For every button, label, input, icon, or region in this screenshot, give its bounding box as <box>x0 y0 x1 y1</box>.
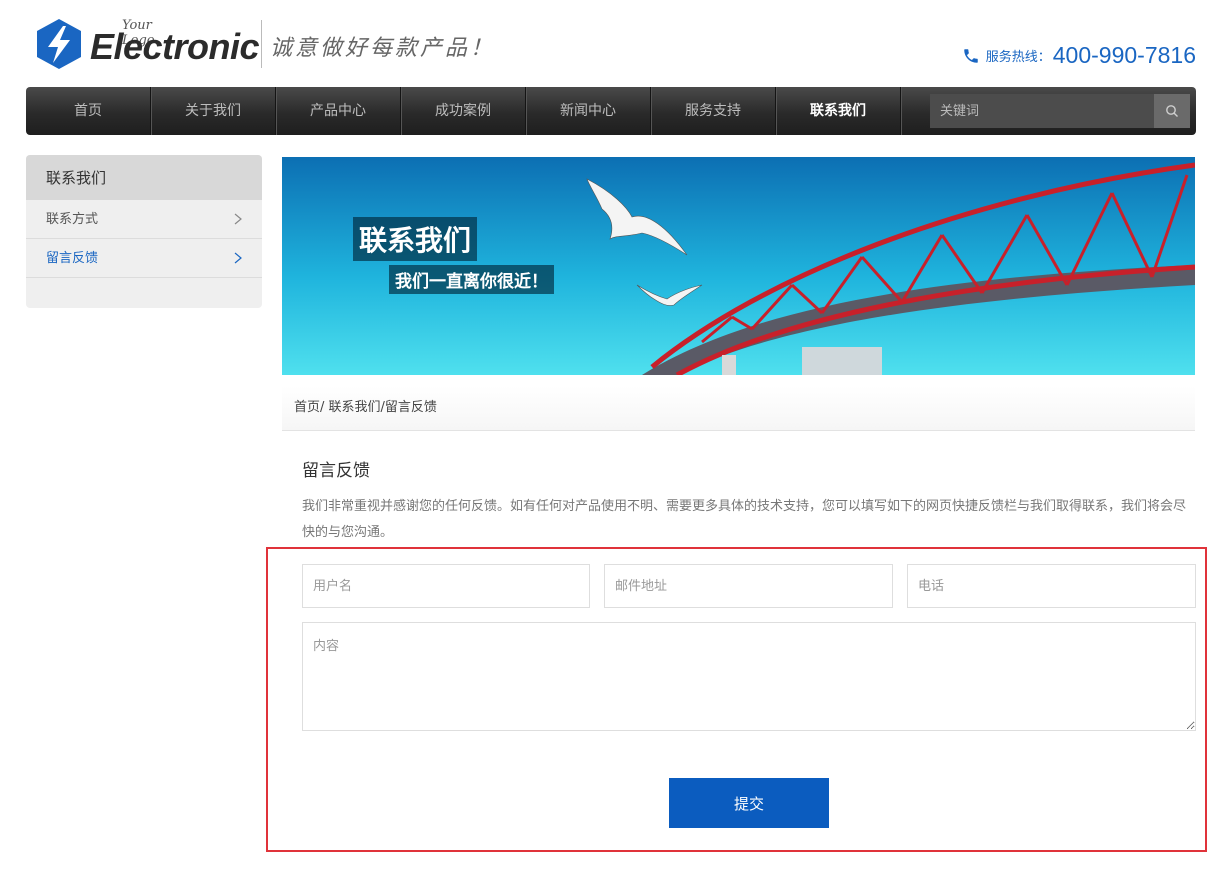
nav-item-about[interactable]: 关于我们 <box>151 87 276 135</box>
search-box <box>930 94 1190 128</box>
breadcrumb: 首页/ 联系我们/留言反馈 <box>282 386 1195 431</box>
nav-item-news[interactable]: 新闻中心 <box>526 87 651 135</box>
banner-title: 联系我们 <box>353 217 478 261</box>
nav-item-contact[interactable]: 联系我们 <box>776 87 901 135</box>
content-textarea[interactable] <box>302 622 1196 731</box>
search-button[interactable] <box>1154 94 1190 128</box>
logo-divider <box>261 20 262 68</box>
nav-item-products[interactable]: 产品中心 <box>276 87 401 135</box>
lightning-hexagon-icon <box>37 19 81 69</box>
nav-item-home[interactable]: 首页 <box>26 87 151 135</box>
search-input[interactable] <box>930 94 1154 128</box>
main-nav: 首页 关于我们 产品中心 成功案例 新闻中心 服务支持 联系我们 <box>26 87 1196 135</box>
sidebar-title: 联系我们 <box>26 155 262 200</box>
sidebar-item-contact-info[interactable]: 联系方式 <box>26 200 262 239</box>
phone-input[interactable] <box>907 564 1196 608</box>
phone-icon <box>964 48 978 63</box>
nav-item-support[interactable]: 服务支持 <box>651 87 776 135</box>
search-icon <box>1166 105 1178 117</box>
sidebar-item-label: 联系方式 <box>46 212 99 227</box>
intro-text: 我们非常重视并感谢您的任何反馈。如有任何对产品使用不明、需要更多具体的技术支持，… <box>302 499 1187 540</box>
hotline-label: 服务热线： <box>985 50 1051 65</box>
sidebar-item-label: 留言反馈 <box>46 251 99 266</box>
hotline-number: 400-990-7816 <box>1052 42 1196 68</box>
page-banner: 联系我们 我们一直离你很近！ <box>282 157 1195 375</box>
nav-item-cases[interactable]: 成功案例 <box>401 87 526 135</box>
chevron-right-icon <box>234 213 242 225</box>
page-title: 留言反馈 <box>302 461 370 481</box>
chevron-right-icon <box>234 252 242 264</box>
site-logo[interactable]: Your Logo Electronic <box>36 16 260 72</box>
slogan: 诚意做好每款产品！ <box>270 36 496 61</box>
logo-wordmark: Electronic <box>90 26 260 67</box>
sidebar: 联系我们 联系方式 留言反馈 <box>26 155 262 308</box>
banner-subtitle: 我们一直离你很近！ <box>389 265 554 294</box>
hotline: 服务热线： 400-990-7816 <box>962 42 1196 69</box>
submit-button[interactable]: 提交 <box>669 778 829 828</box>
sidebar-item-feedback[interactable]: 留言反馈 <box>26 239 262 278</box>
username-input[interactable] <box>302 564 590 608</box>
email-input[interactable] <box>604 564 893 608</box>
